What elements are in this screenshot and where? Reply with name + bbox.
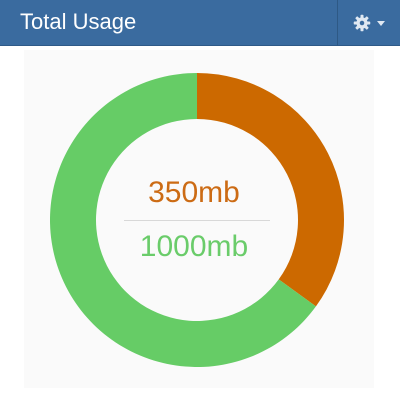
divider-line (124, 220, 270, 221)
used-amount: 350mb (148, 176, 240, 209)
usage-widget: Total Usage 350mb 1000mb (0, 0, 400, 400)
total-amount: 1000mb (139, 230, 249, 263)
